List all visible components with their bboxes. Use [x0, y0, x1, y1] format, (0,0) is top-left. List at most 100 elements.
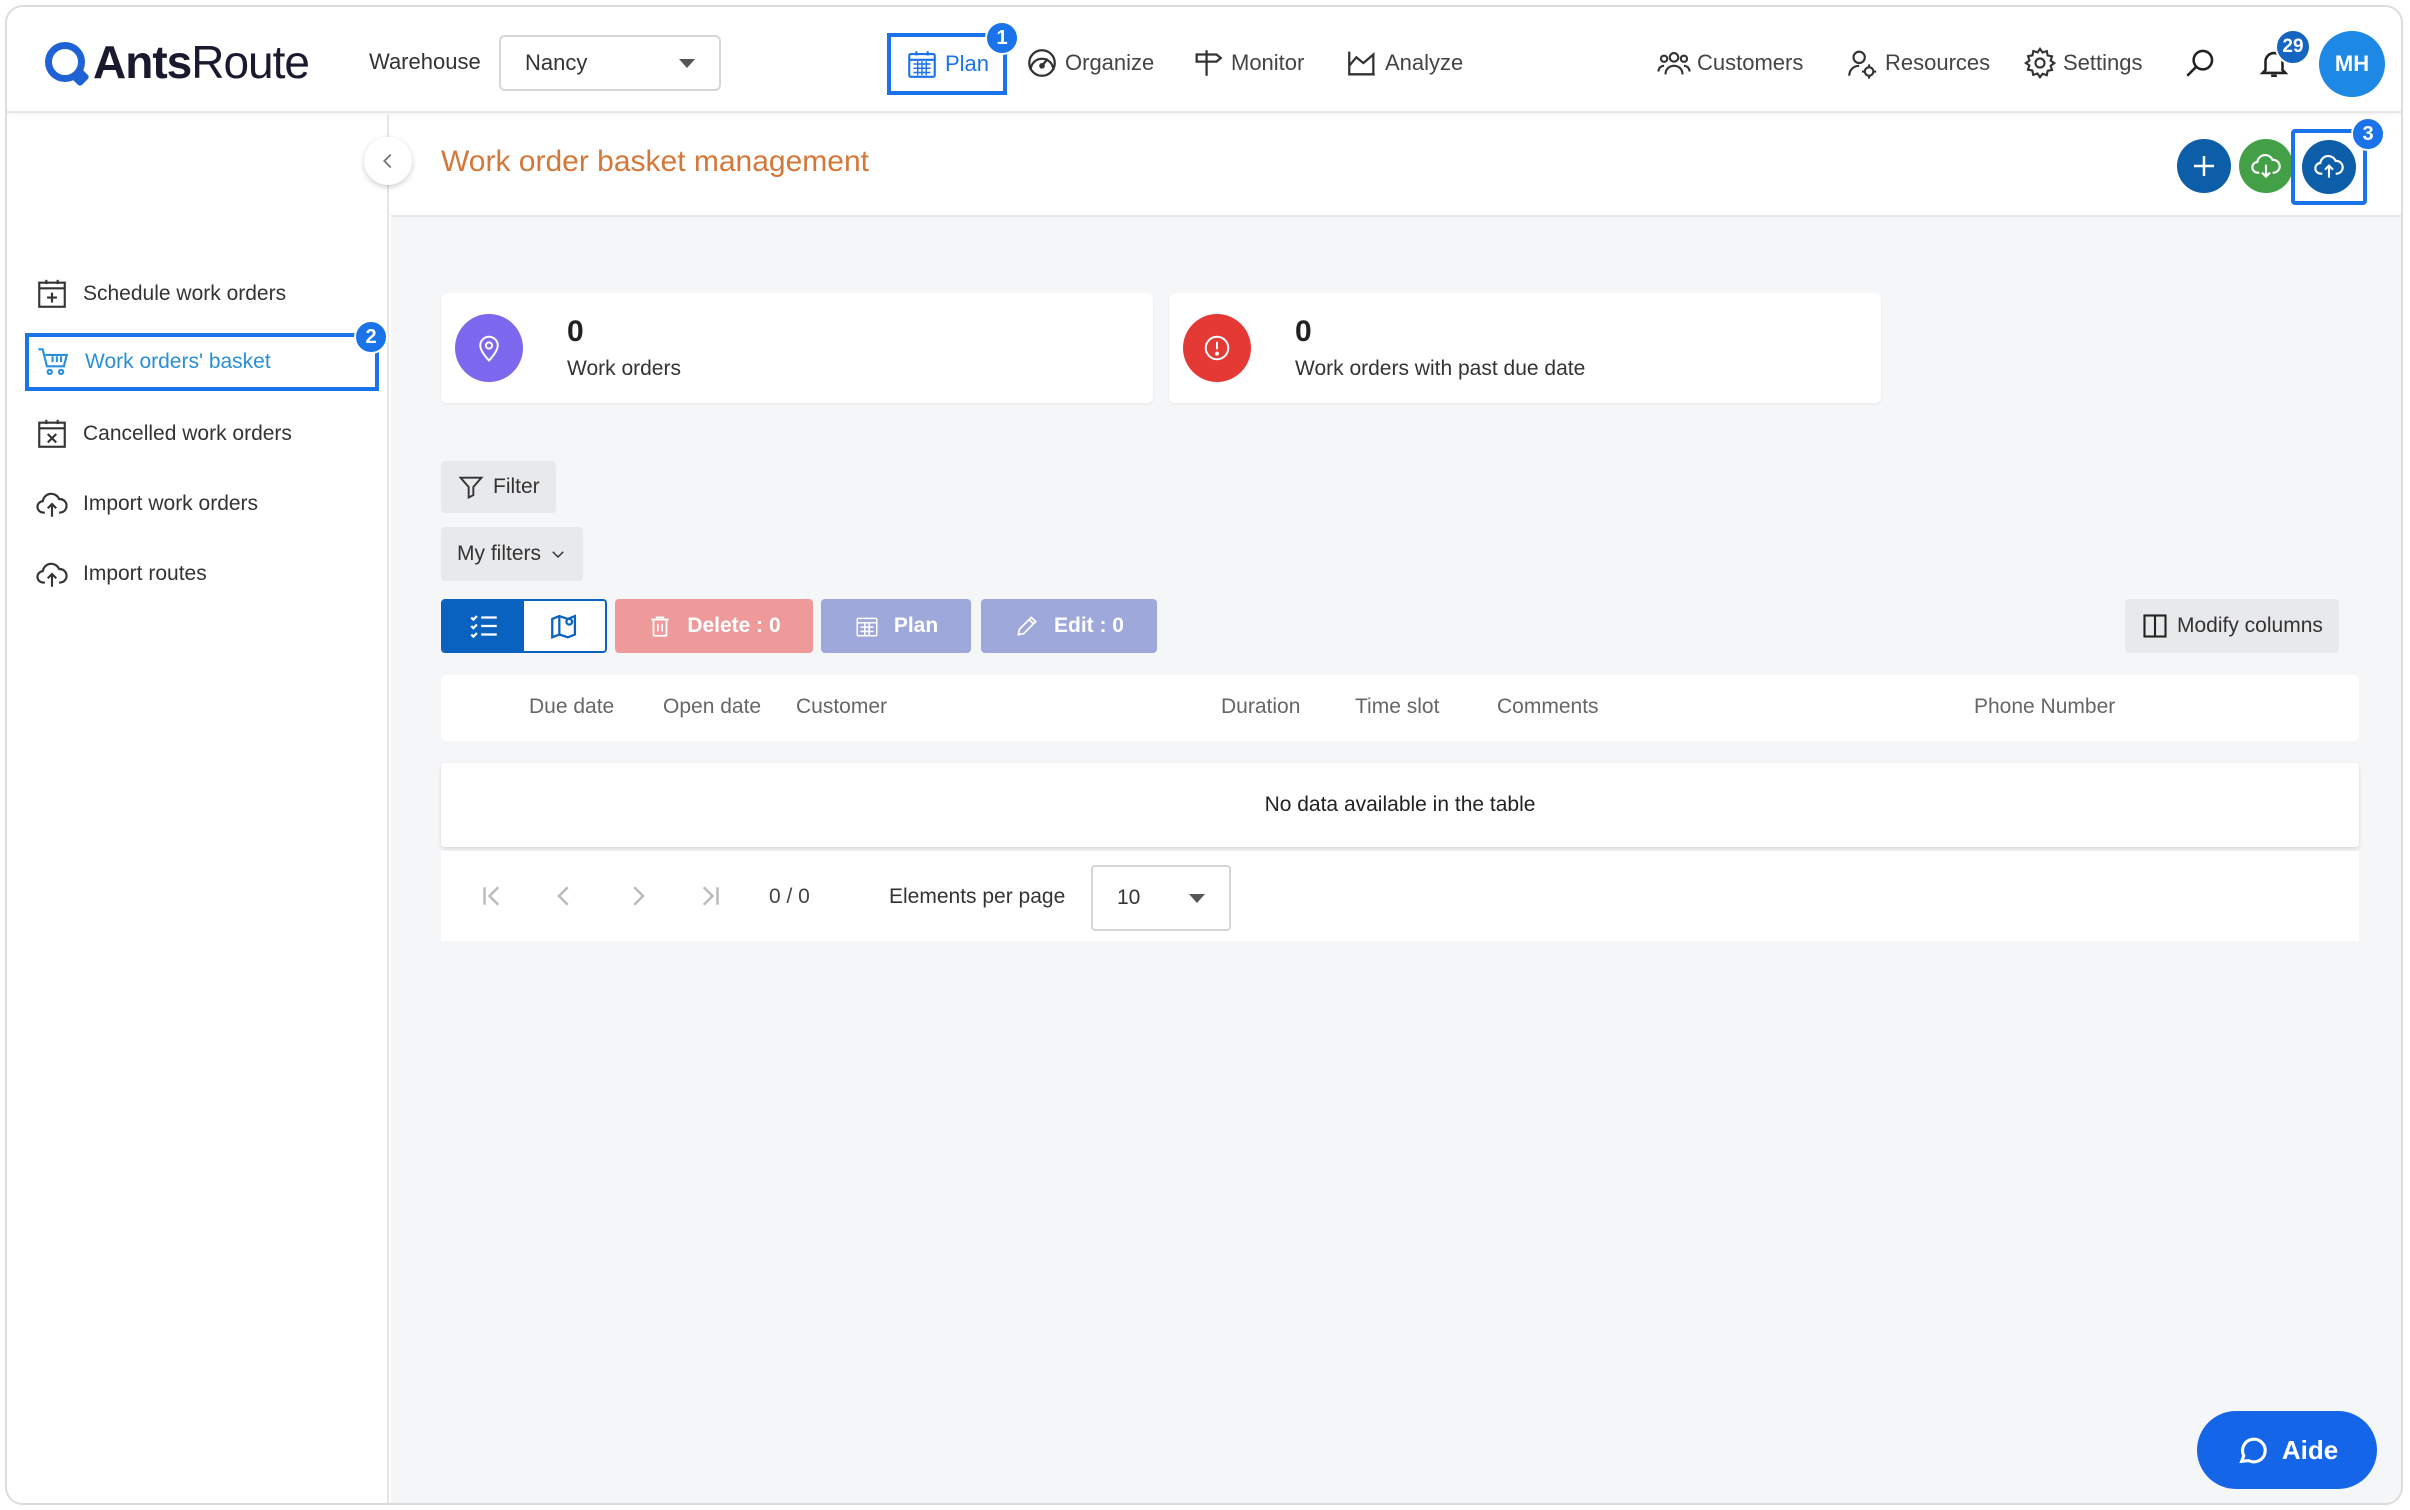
logo-icon	[45, 42, 85, 82]
sidebar-item-label: Schedule work orders	[83, 282, 287, 305]
sidebar-item-import-orders[interactable]: Import work orders	[35, 475, 258, 533]
filter-button[interactable]: Filter	[441, 461, 556, 513]
cloud-download-icon	[2251, 153, 2281, 179]
list-view-button[interactable]	[443, 601, 524, 651]
cart-icon	[38, 348, 69, 376]
sidebar-item-label: Cancelled work orders	[83, 422, 292, 445]
app-window: Ants Route Warehouse Nancy Plan 1 Organiz…	[5, 5, 2403, 1505]
help-label: Aide	[2281, 1434, 2339, 1465]
column-header-open-date[interactable]: Open date	[663, 695, 761, 719]
sidebar-item-label: Import work orders	[83, 492, 259, 515]
sidebar-item-label: Import routes	[83, 562, 207, 585]
nav-settings[interactable]: Settings	[2023, 37, 2143, 89]
per-page-select[interactable]: 10	[1091, 865, 1231, 931]
signpost-icon	[1195, 50, 1223, 76]
caret-down-icon	[679, 58, 695, 68]
work-orders-label: Work orders	[567, 357, 681, 380]
nav-plan-label: Plan	[944, 51, 990, 76]
nav-monitor-label: Monitor	[1231, 50, 1305, 75]
sidebar-item-cancelled[interactable]: Cancelled work orders	[35, 405, 292, 463]
cloud-upload-icon	[36, 492, 68, 517]
calendar-x-icon	[38, 419, 66, 448]
sidebar-collapse-button[interactable]	[364, 137, 412, 185]
table-empty-message: No data available in the table	[441, 763, 2359, 847]
calendar-icon	[908, 51, 936, 78]
callout-badge-3: 3	[2351, 117, 2385, 151]
sidebar: Schedule work orders Work orders' basket…	[7, 115, 389, 1503]
cloud-upload-icon	[2314, 154, 2344, 178]
edit-label: Edit : 0	[1053, 614, 1124, 637]
sidebar-item-basket[interactable]: Work orders' basket	[25, 333, 379, 391]
logo-text-bold: Ants	[93, 36, 192, 88]
nav-customers-label: Customers	[1697, 50, 1804, 75]
delete-label: Delete : 0	[687, 614, 781, 637]
stat-card-past-due: 0 Work orders with past due date	[1169, 293, 1881, 403]
per-page-value: 10	[1117, 886, 1141, 909]
warehouse-label: Warehouse	[369, 49, 481, 74]
sidebar-item-schedule[interactable]: Schedule work orders	[35, 265, 286, 323]
column-header-due-date[interactable]: Due date	[529, 695, 614, 719]
sidebar-item-label: Work orders' basket	[85, 350, 271, 373]
edit-button[interactable]: Edit : 0	[981, 599, 1157, 653]
sidebar-item-import-routes[interactable]: Import routes	[35, 545, 207, 603]
search-icon	[2186, 49, 2214, 77]
search-button[interactable]	[2183, 37, 2217, 89]
logo-text-light: Route	[191, 36, 310, 88]
app-logo[interactable]: Ants Route	[45, 36, 310, 88]
funnel-icon	[458, 476, 484, 500]
users-icon	[1657, 52, 1691, 75]
nav-organize-label: Organize	[1065, 50, 1155, 75]
column-header-time-slot[interactable]: Time slot	[1355, 695, 1439, 719]
past-due-count: 0	[1295, 315, 1312, 348]
filter-label: Filter	[493, 475, 540, 498]
caret-down-icon	[1189, 893, 1205, 903]
column-header-comments[interactable]: Comments	[1497, 695, 1599, 719]
past-due-label: Work orders with past due date	[1295, 357, 1586, 380]
add-work-order-button[interactable]	[2177, 139, 2231, 193]
map-pin-icon	[455, 314, 523, 382]
chart-icon	[1348, 51, 1375, 76]
pencil-icon	[1017, 616, 1037, 636]
nav-settings-label: Settings	[2063, 50, 2143, 75]
warehouse-value: Nancy	[525, 50, 588, 75]
modify-columns-label: Modify columns	[2177, 614, 2323, 637]
alert-icon	[1183, 314, 1251, 382]
cloud-download-button[interactable]	[2239, 139, 2293, 193]
nav-customers[interactable]: Customers	[1657, 37, 1803, 89]
column-header-phone[interactable]: Phone Number	[1974, 695, 2115, 719]
view-toggle	[441, 599, 607, 653]
cloud-upload-button[interactable]	[2302, 140, 2356, 194]
delete-button[interactable]: Delete : 0	[615, 599, 813, 653]
nav-analyze[interactable]: Analyze	[1345, 37, 1463, 89]
plan-label: Plan	[893, 614, 939, 637]
map-icon	[550, 614, 576, 640]
nav-organize[interactable]: Organize	[1025, 37, 1154, 89]
chevron-left-icon	[383, 153, 392, 169]
first-page-icon[interactable]	[477, 881, 507, 911]
help-chat-button[interactable]: Aide	[2197, 1411, 2377, 1489]
calendar-plus-icon	[38, 279, 66, 308]
column-header-duration[interactable]: Duration	[1221, 695, 1300, 719]
user-gear-icon	[1848, 50, 1877, 79]
page-title: Work order basket management	[441, 145, 869, 178]
modify-columns-button[interactable]: Modify columns	[2125, 599, 2339, 653]
calendar-icon	[856, 617, 878, 637]
last-page-icon[interactable]	[695, 881, 725, 911]
map-view-button[interactable]	[524, 601, 605, 651]
plan-button[interactable]: Plan	[821, 599, 971, 653]
cloud-upload-icon	[36, 562, 68, 587]
previous-page-icon[interactable]	[549, 881, 579, 911]
next-page-icon[interactable]	[623, 881, 653, 911]
nav-resources[interactable]: Resources	[1845, 37, 1990, 89]
notification-count-badge: 29	[2275, 29, 2311, 65]
my-filters-label: My filters	[457, 542, 541, 565]
user-avatar[interactable]: MH	[2319, 31, 2385, 97]
top-navigation: Ants Route Warehouse Nancy Plan 1 Organiz…	[7, 7, 2401, 113]
page-header: Work order basket management 3	[391, 115, 2401, 217]
my-filters-dropdown[interactable]: My filters	[441, 527, 583, 581]
warehouse-select[interactable]: Nancy	[499, 35, 721, 91]
plus-icon	[2194, 156, 2214, 176]
nav-monitor[interactable]: Monitor	[1191, 37, 1304, 89]
column-header-customer[interactable]: Customer	[796, 695, 887, 719]
list-check-icon	[469, 615, 497, 639]
